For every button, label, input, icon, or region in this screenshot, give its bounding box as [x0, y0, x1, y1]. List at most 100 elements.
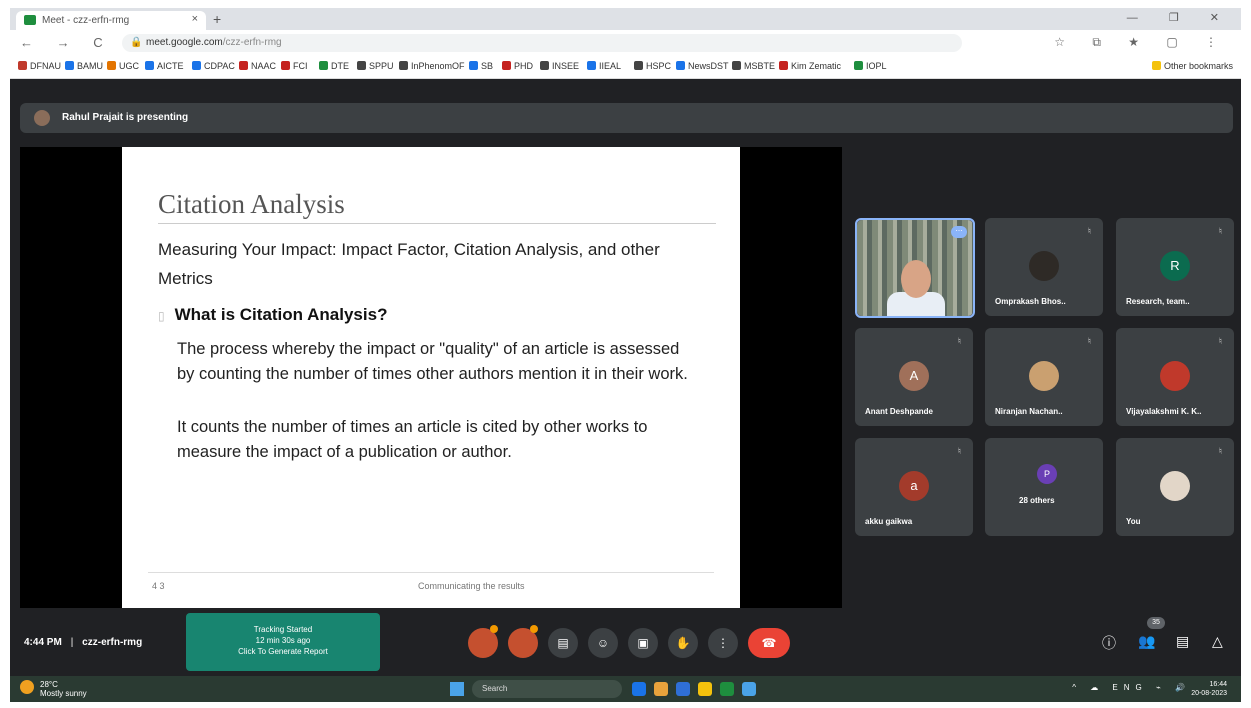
bullet-icon: ▯	[158, 309, 165, 323]
participant-tile[interactable]: ♮ You	[1116, 438, 1234, 536]
bookmark-label: SB	[481, 61, 494, 71]
taskbar-app-icon[interactable]	[742, 682, 756, 696]
system-tray[interactable]: ^ ☁ ENG ⌁ 🔊	[1072, 683, 1191, 692]
bookmark-item[interactable]: AICTE	[145, 61, 184, 71]
bookmark-item[interactable]: IIEAL	[587, 61, 621, 71]
bookmark-label: BAMU	[77, 61, 104, 71]
captions-button[interactable]: ▤	[548, 628, 578, 658]
participant-tile[interactable]: ♮ Niranjan Nachan..	[985, 328, 1103, 426]
bookmark-icon	[854, 61, 863, 70]
clock-date: 20-08-2023	[1191, 690, 1227, 697]
chat-icon[interactable]: ▤	[1176, 633, 1189, 650]
presenter-text: Rahul Prajait is presenting	[62, 112, 189, 123]
bookmark-label: NewsDST	[688, 61, 729, 71]
bookmark-icon	[732, 61, 741, 70]
tab-close-icon[interactable]: ×	[192, 13, 198, 25]
taskbar-clock[interactable]: 16:44 20-08-2023	[1191, 680, 1227, 698]
bookmark-item[interactable]: UGC	[107, 61, 139, 71]
taskbar-app-icon[interactable]	[720, 682, 734, 696]
participant-tile[interactable]: P 28 others	[985, 438, 1103, 536]
bookmark-icon	[192, 61, 201, 70]
bookmark-item[interactable]: DFNAU	[18, 61, 61, 71]
bookmark-label: SPPU	[369, 61, 394, 71]
avatar-photo	[1160, 471, 1190, 501]
bookmark-item[interactable]: DTE	[319, 61, 349, 71]
taskbar-app-icon[interactable]	[654, 682, 668, 696]
url-host: meet.google.com	[146, 37, 223, 48]
bookmark-label: PHD	[514, 61, 534, 71]
bookmark-label: INSEE	[552, 61, 580, 71]
taskbar-app-icon[interactable]	[698, 682, 712, 696]
toast-line-2: 12 min 30s ago	[255, 636, 311, 645]
bookmark-item[interactable]: BAMU	[65, 61, 103, 71]
people-icon[interactable]: 👥	[1138, 633, 1155, 650]
bookmark-item[interactable]: HSPC	[634, 61, 671, 71]
bookmark-icon	[319, 61, 328, 70]
bookmark-icon	[145, 61, 154, 70]
bookmark-item[interactable]: CDPAC	[192, 61, 235, 71]
emoji-button[interactable]: ☺	[588, 628, 618, 658]
bookmark-item[interactable]: Kim Zematic	[779, 61, 841, 71]
present-button[interactable]: ▣	[628, 628, 658, 658]
participant-name: Omprakash Bhos..	[995, 297, 1066, 306]
more-options-button[interactable]: ⋮	[708, 628, 738, 658]
bookmark-icon	[399, 61, 408, 70]
mic-muted-icon: ♮	[1087, 226, 1091, 236]
bookmark-icon	[1151, 61, 1161, 70]
bookmark-icon	[65, 61, 74, 70]
mic-muted-icon: ♮	[957, 446, 961, 456]
tab-meet[interactable]: Meet - czz-erfn-rmg ×	[16, 11, 206, 30]
address-bar[interactable]: 🔒 meet.google.com/czz-erfn-rmg	[122, 34, 962, 52]
avatar: A	[899, 361, 929, 391]
participant-name: Research, team..	[1126, 297, 1190, 306]
avatar: a	[899, 471, 929, 501]
bookmark-icon	[540, 61, 549, 70]
participant-tile[interactable]: ♮ Vijayalakshmi K. K..	[1116, 328, 1234, 426]
bookmark-item[interactable]: Other bookmarks	[1151, 61, 1233, 71]
participant-tile[interactable]: ⋯	[855, 218, 975, 318]
bookmark-item[interactable]: INSEE	[540, 61, 579, 71]
leave-call-button[interactable]: ☎	[748, 628, 790, 658]
toolbar-right-icons[interactable]: ☆ ⧉ ★ ▢ ⋮	[1054, 35, 1229, 50]
meet-favicon-icon	[24, 15, 36, 25]
info-icon[interactable]: ⓘ	[1102, 633, 1116, 653]
taskbar-app-icon[interactable]	[676, 682, 690, 696]
camera-warning-icon	[530, 625, 538, 633]
bookmark-item[interactable]: SB	[469, 61, 493, 71]
search-label: Search	[482, 684, 508, 693]
bookmark-item[interactable]: InPhenomOF	[399, 61, 465, 71]
bookmark-label: DTE	[331, 61, 349, 71]
tracking-toast[interactable]: Tracking Started 12 min 30s ago Click To…	[186, 613, 380, 671]
window-controls[interactable]: — ❐ ✕	[1127, 11, 1233, 24]
participant-tile[interactable]: ♮ Omprakash Bhos..	[985, 218, 1103, 316]
weather-widget[interactable]: 28°C Mostly sunny	[20, 680, 87, 698]
bookmark-item[interactable]: NewsDST	[676, 61, 729, 71]
slide-question-text: What is Citation Analysis?	[174, 305, 388, 324]
bookmark-item[interactable]: MSBTE	[732, 61, 775, 71]
participant-tile[interactable]: ♮ R Research, team..	[1116, 218, 1234, 316]
taskbar-search[interactable]: Search	[472, 680, 622, 698]
taskbar-app-icon[interactable]	[632, 682, 646, 696]
toast-line-3: Click To Generate Report	[238, 647, 328, 656]
bookmark-icon	[239, 61, 248, 70]
clock-time: 4:44 PM	[24, 637, 62, 648]
bookmark-item[interactable]: NAAC	[239, 61, 276, 71]
sun-icon	[20, 680, 34, 694]
new-tab-button[interactable]: +	[213, 11, 221, 27]
presenter-avatar	[34, 110, 50, 126]
people-count-badge: 35	[1147, 617, 1165, 629]
bookmark-item[interactable]: SPPU	[357, 61, 394, 71]
bookmark-icon	[502, 61, 511, 70]
slide-number: 4 3	[152, 581, 165, 591]
windows-start-icon[interactable]	[450, 682, 464, 696]
bookmark-item[interactable]: PHD	[502, 61, 533, 71]
participant-tile[interactable]: ♮ a akku gaikwa	[855, 438, 973, 536]
bookmark-item[interactable]: FCI	[281, 61, 308, 71]
participant-tile[interactable]: ♮ A Anant Deshpande	[855, 328, 973, 426]
tab-strip: Meet - czz-erfn-rmg × + — ❐ ✕	[10, 8, 1241, 30]
raise-hand-button[interactable]: ✋	[668, 628, 698, 658]
activities-icon[interactable]: △	[1212, 633, 1223, 650]
bookmark-label: DFNAU	[30, 61, 61, 71]
bookmark-item[interactable]: IOPL	[854, 61, 887, 71]
windows-taskbar: 28°C Mostly sunny Search ^ ☁ ENG ⌁ 🔊 16:4…	[10, 676, 1241, 702]
